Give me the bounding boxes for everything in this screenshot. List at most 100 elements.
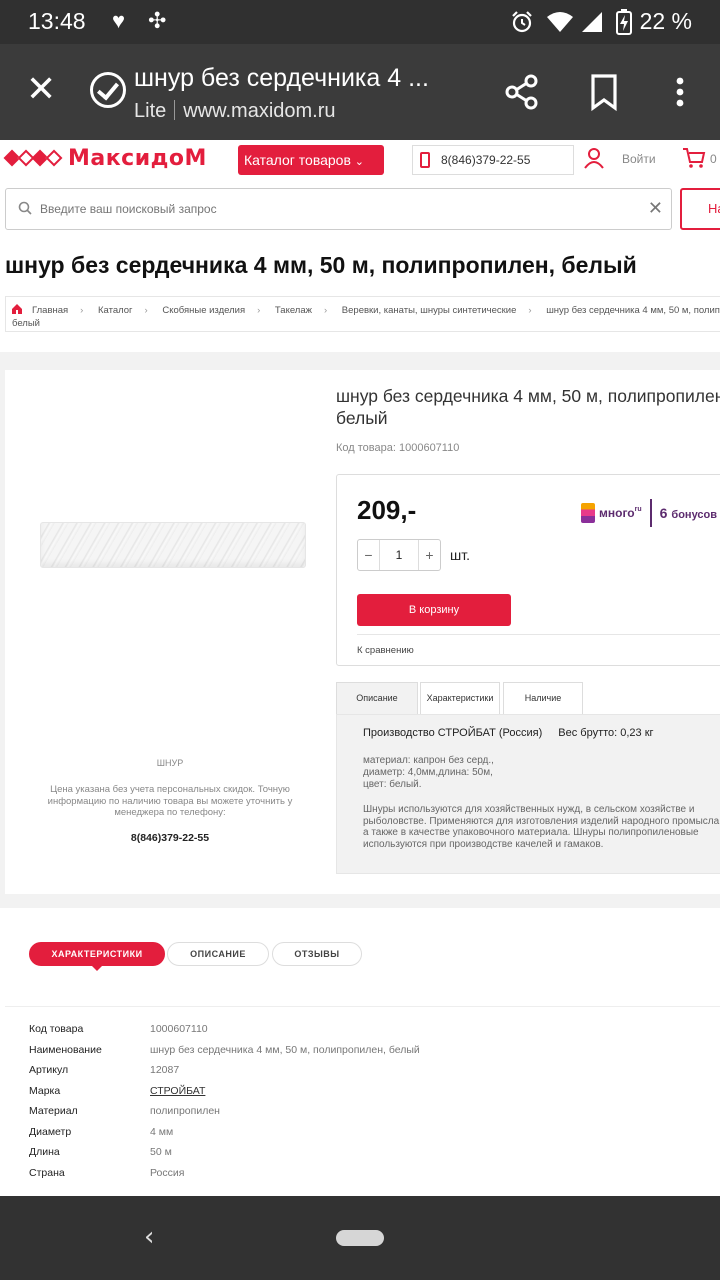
status-time: 13:48 (28, 8, 86, 34)
cart-icon[interactable] (682, 146, 706, 170)
spec-key: Длина (29, 1146, 60, 1158)
lite-label: Lite (134, 100, 167, 122)
login-label: Войти (622, 152, 656, 166)
note-phone[interactable]: 8(846)379-22-55 (5, 832, 335, 844)
breadcrumb: Главная › Каталог › Скобяные изделия › Таке… (5, 296, 720, 332)
battery-level: 22 % (639, 8, 692, 34)
spec-row: Диаметр 4 мм (29, 1126, 709, 1147)
lite-mode-icon[interactable] (90, 72, 126, 108)
spec-value: 12087 (150, 1064, 180, 1076)
user-icon (584, 148, 604, 169)
quantity-stepper: − 1 + (357, 539, 441, 571)
browser-subtitle: Lite www.maxidom.ru (134, 100, 336, 123)
breadcrumb-current: шнур без сердечника 4 мм, 50 м, полипроп… (546, 305, 720, 316)
heart-pulse-icon: ♥ (112, 8, 126, 33)
breadcrumb-current-tail: белый (12, 318, 40, 329)
spec-value: 50 м (150, 1146, 172, 1158)
site-logo[interactable]: МаксидоМ (3, 146, 207, 171)
web-page: МаксидоМ Каталог товаров ⌄ 8(846)379-22-… (0, 140, 720, 1196)
browser-toolbar: ✕ шнур без сердечника 4 ... Lite www.maxi… (0, 44, 720, 140)
catalog-label: Каталог товаров (244, 152, 351, 168)
spec-row: Страна Россия (29, 1167, 709, 1188)
browser-page-title: шнур без сердечника 4 ... (134, 64, 429, 92)
home-pill[interactable] (336, 1230, 384, 1246)
quantity-input[interactable]: 1 (380, 540, 418, 570)
clear-icon[interactable]: ✕ (648, 198, 663, 219)
buy-box: 209,- многоru 6 бонусов − 1 + шт. В корзи… (336, 474, 720, 666)
price: 209,- (357, 495, 417, 525)
spec-value: 4 мм (150, 1125, 174, 1138)
mnogo-badge[interactable]: многоru 6 бонусов (581, 499, 717, 527)
signal-icon (582, 12, 602, 32)
brand-link[interactable]: СТРОЙБАТ (150, 1085, 205, 1106)
breadcrumb-item[interactable]: Веревки, канаты, шнуры синтетические (342, 305, 517, 316)
search-box: ✕ (5, 188, 672, 230)
spec-row: Длина 50 м (29, 1146, 709, 1167)
material-info: материал: капрон без серд., диаметр: 4,0… (363, 755, 494, 790)
specs-table: Код товара 1000607110 Наименование шнур бе… (29, 1023, 709, 1187)
cart-count: 0 (710, 152, 717, 166)
price-note: Цена указана без учета персональных скид… (47, 784, 293, 818)
manufacturer-line: Производство СТРОЙБАТ (Россия) Вес брутто… (363, 727, 654, 739)
spec-value: полипропилен (150, 1105, 220, 1117)
alarm-icon (512, 11, 532, 33)
chevron-down-icon: ⌄ (354, 156, 365, 168)
header-phone-number: 8(846)379-22-55 (441, 153, 531, 167)
header-phone[interactable]: 8(846)379-22-55 (412, 145, 574, 175)
back-icon[interactable]: ‹ (144, 1222, 154, 1252)
gross-weight: Вес брутто: 0,23 кг (558, 727, 654, 739)
search-icon (18, 201, 32, 215)
home-icon[interactable] (11, 303, 23, 315)
search-button[interactable]: На (680, 188, 720, 230)
breadcrumb-item[interactable]: Главная (32, 305, 68, 316)
tab-reviews-main[interactable]: ОТЗЫВЫ (272, 942, 362, 966)
pinwheel-icon: ✣ (148, 8, 167, 33)
spec-key: Материал (29, 1105, 78, 1117)
breadcrumb-item[interactable]: Такелаж (275, 305, 312, 316)
share-icon[interactable] (502, 72, 542, 112)
spec-row: Материал полипропилен (29, 1105, 709, 1126)
status-bar: 13:48 ♥ ✣ 22 % (0, 0, 720, 44)
spec-key: Марка (29, 1084, 61, 1097)
quantity-increase-button[interactable]: + (418, 540, 440, 570)
quantity-unit: шт. (450, 547, 470, 563)
spec-key: Наименование (29, 1043, 102, 1056)
battery-icon (616, 9, 632, 35)
product-image[interactable] (40, 522, 306, 568)
product-card: ШНУР Цена указана без учета персональных… (5, 370, 720, 894)
add-to-cart-button[interactable]: В корзину (357, 594, 511, 626)
mnogo-brand: многоru (599, 506, 642, 520)
tab-characteristics[interactable]: Характеристики (420, 682, 500, 714)
close-icon[interactable]: ✕ (26, 70, 56, 110)
quantity-decrease-button[interactable]: − (358, 540, 380, 570)
tab-characteristics-main[interactable]: ХАРАКТЕРИСТИКИ (29, 942, 165, 971)
detail-tab-panel: Производство СТРОЙБАТ (Россия) Вес брутто… (336, 714, 720, 874)
more-icon[interactable] (660, 72, 700, 112)
product-description: Шнуры используются для хозяйственных нуж… (363, 804, 720, 850)
spec-row: Код товара 1000607110 (29, 1023, 709, 1044)
spec-row: Марка СТРОЙБАТ (29, 1085, 709, 1106)
catalog-button[interactable]: Каталог товаров ⌄ (238, 145, 384, 175)
bookmark-icon[interactable] (584, 72, 624, 112)
tab-description-main[interactable]: ОПИСАНИЕ (167, 942, 269, 966)
spec-value: Россия (150, 1166, 185, 1179)
spec-value: 1000607110 (150, 1023, 208, 1035)
page-title: шнур без сердечника 4 мм, 50 м, полипроп… (5, 252, 637, 278)
tab-description[interactable]: Описание (336, 682, 418, 714)
tab-availability[interactable]: Наличие (503, 682, 583, 714)
browser-domain: www.maxidom.ru (183, 100, 336, 122)
spec-key: Диаметр (29, 1125, 72, 1138)
compare-link[interactable]: К сравнению (357, 645, 414, 656)
search-input[interactable] (40, 197, 640, 221)
breadcrumb-item[interactable]: Каталог (98, 305, 133, 316)
section-divider (0, 894, 720, 908)
detail-tabs: Производство СТРОЙБАТ (Россия) Вес брутто… (336, 680, 720, 874)
manufacturer: Производство СТРОЙБАТ (Россия) (363, 727, 543, 739)
image-caption: ШНУР (156, 758, 184, 768)
spec-value: шнур без сердечника 4 мм, 50 м, полипроп… (150, 1043, 420, 1056)
system-nav-bar: ‹ (0, 1196, 720, 1280)
wifi-icon (547, 12, 573, 32)
spec-key: Код товара (29, 1023, 84, 1035)
breadcrumb-item[interactable]: Скобяные изделия (162, 305, 245, 316)
product-code: Код товара: 1000607110 (336, 442, 460, 454)
